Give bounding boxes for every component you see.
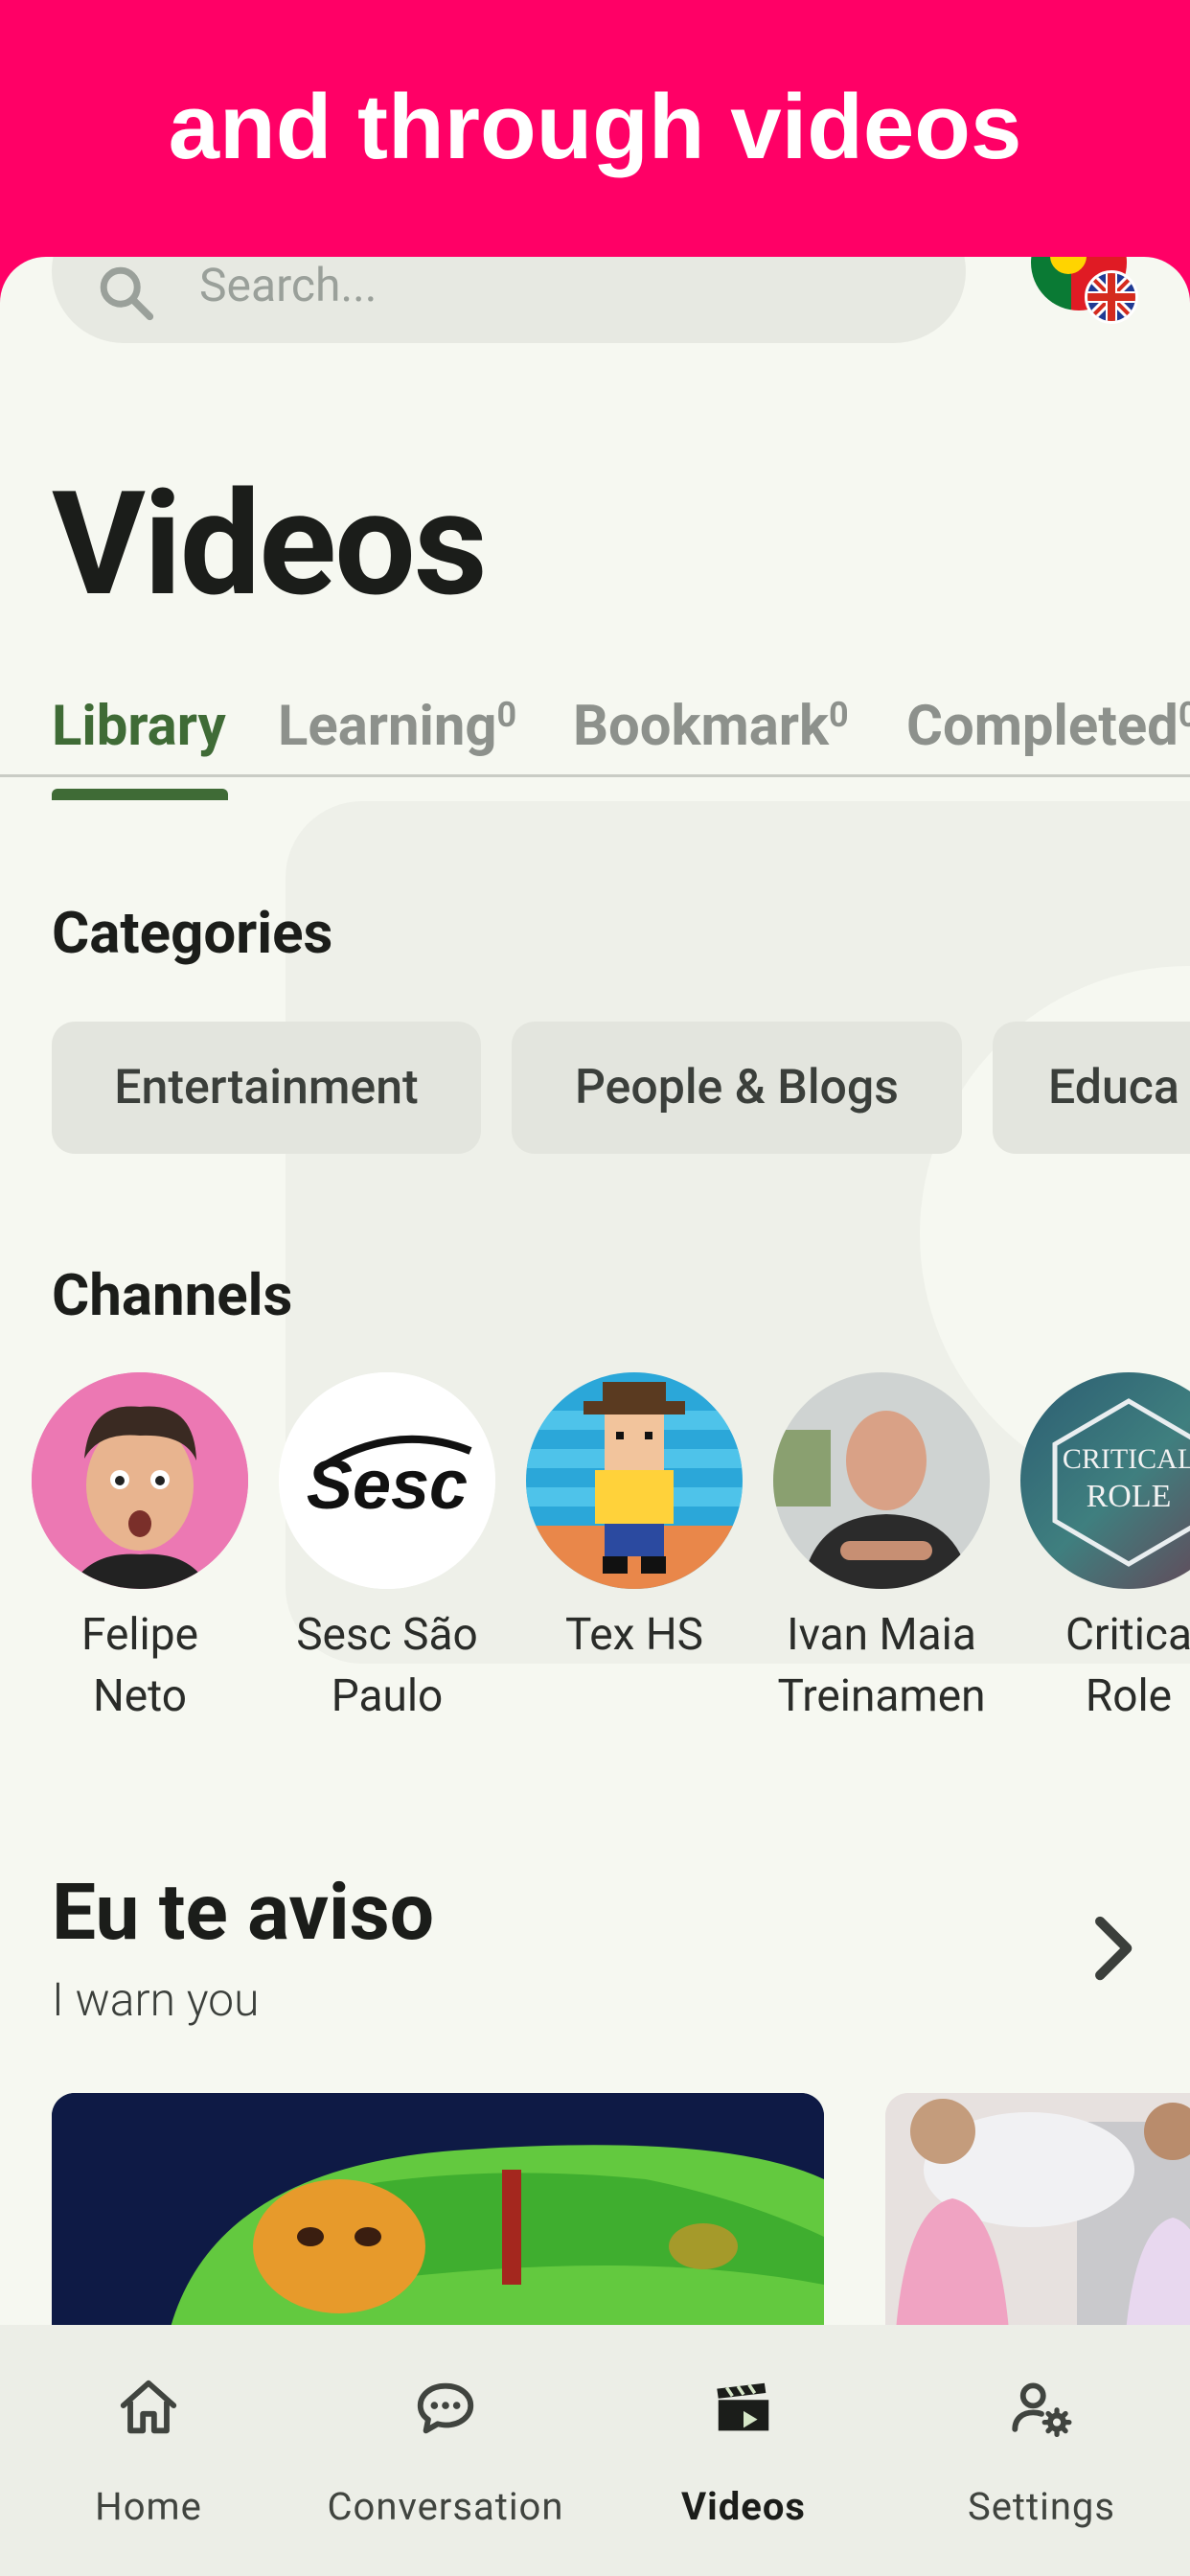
tab-bookmark-label: Bookmark (573, 694, 829, 759)
search-icon (100, 266, 154, 321)
channel-name-line1: Felipe (81, 1609, 198, 1661)
category-chip-people-blogs[interactable]: People & Blogs (512, 1022, 962, 1154)
bottom-navigation: Home Conversation Videos Settings (0, 2325, 1190, 2576)
sesc-logo-icon: Sesc (279, 1372, 495, 1589)
channel-avatar (526, 1372, 743, 1589)
channel-sesc-sao-paulo[interactable]: Sesc Sesc São Paulo (263, 1372, 512, 1727)
channel-felipe-neto[interactable]: Felipe Neto (15, 1372, 264, 1727)
tab-completed[interactable]: Completed0 (906, 678, 1190, 774)
tab-library[interactable]: Library (52, 678, 226, 774)
search-bar[interactable]: Search... (52, 257, 966, 343)
tab-bar: Library Learning0 Bookmark0 Completed0 (0, 678, 1190, 777)
channel-name: Felipe Neto (15, 1604, 264, 1727)
category-chip-entertainment[interactable]: Entertainment (52, 1022, 481, 1154)
channel-name-line2: Treinamen (777, 1670, 986, 1722)
critical-role-logo-text-1: CRITICAL (1063, 1443, 1190, 1475)
pixel-cowboy-icon (526, 1372, 743, 1589)
channel-name-line1: Sesc São (296, 1609, 478, 1661)
tab-learning-count: 0 (496, 695, 517, 735)
channel-ivan-maia[interactable]: Ivan Maia Treinamen (757, 1372, 1006, 1727)
video-thumbnail-image (885, 2093, 1190, 2342)
channel-name-line2: Role (1085, 1670, 1173, 1722)
channel-name-line1: Tex HS (565, 1609, 703, 1661)
chevron-right-icon[interactable] (1083, 1905, 1150, 1991)
critical-role-logo-icon: CRITICAL ROLE (1020, 1372, 1190, 1589)
nav-conversation-label: Conversation (327, 2484, 564, 2529)
channel-avatar (773, 1372, 990, 1589)
channel-avatar: Sesc (279, 1372, 495, 1589)
playlist-title: Eu te aviso (52, 1867, 435, 1959)
video-thumbnail[interactable] (885, 2093, 1190, 2342)
tab-completed-label: Completed (906, 694, 1179, 759)
tab-active-indicator (52, 789, 228, 800)
flag-seal (1050, 257, 1087, 274)
channel-name-line1: Critica (1064, 1609, 1190, 1661)
promo-banner: and through videos (0, 0, 1190, 288)
video-thumbnail[interactable] (52, 2093, 824, 2342)
channel-name: Critica Role (1004, 1604, 1190, 1727)
tab-library-label: Library (52, 694, 226, 759)
channel-tex-hs[interactable]: Tex HS (510, 1372, 759, 1666)
channel-critical-role[interactable]: CRITICAL ROLE Critica Role (1004, 1372, 1190, 1727)
channels-heading: Channels (52, 1261, 293, 1329)
category-chip-label: Entertainment (114, 1060, 419, 1116)
sesc-logo-text: Sesc (307, 1447, 468, 1524)
tab-bookmark-count: 0 (828, 695, 849, 735)
categories-heading: Categories (52, 899, 333, 967)
category-chip-label: People & Blogs (574, 1060, 900, 1116)
nav-videos[interactable]: Videos (595, 2325, 892, 2576)
channel-avatar: CRITICAL ROLE (1020, 1372, 1190, 1589)
channel-avatar (32, 1372, 248, 1589)
search-input[interactable]: Search... (199, 257, 377, 314)
channel-name: Ivan Maia Treinamen (757, 1604, 1006, 1727)
user-settings-icon (1012, 2382, 1072, 2438)
nav-conversation[interactable]: Conversation (297, 2325, 594, 2576)
tab-learning-label: Learning (278, 694, 497, 759)
language-flag-uk[interactable] (1085, 270, 1138, 324)
video-thumbnail-image (52, 2093, 824, 2342)
person-avatar-icon (773, 1372, 990, 1589)
person-avatar-icon (32, 1372, 248, 1589)
category-chip-education[interactable]: Educa (993, 1022, 1190, 1154)
playlist-subtitle: I warn you (52, 1972, 260, 2027)
chat-icon (417, 2382, 474, 2434)
channel-name: Sesc São Paulo (263, 1604, 512, 1727)
tab-bookmark[interactable]: Bookmark0 (573, 678, 849, 774)
nav-home-label: Home (95, 2484, 202, 2529)
category-chip-label: Educa (1048, 1060, 1179, 1116)
home-icon (120, 2380, 177, 2434)
nav-videos-label: Videos (681, 2484, 806, 2529)
critical-role-logo-text-2: ROLE (1087, 1479, 1172, 1514)
channel-name-line1: Ivan Maia (787, 1609, 976, 1661)
uk-flag-icon (1087, 273, 1135, 321)
video-clapper-icon (717, 2382, 769, 2431)
channel-name-line2: Paulo (331, 1670, 444, 1722)
app-screen: Search... Videos Library Learning0 Bookm… (0, 257, 1190, 2576)
channel-name: Tex HS (510, 1604, 759, 1666)
tab-completed-count: 0 (1178, 695, 1190, 735)
tab-learning[interactable]: Learning0 (278, 678, 516, 774)
page-title: Videos (52, 460, 488, 629)
channel-name-line2: Neto (92, 1670, 188, 1722)
nav-settings[interactable]: Settings (893, 2325, 1190, 2576)
nav-settings-label: Settings (967, 2484, 1116, 2529)
nav-home[interactable]: Home (0, 2325, 297, 2576)
promo-banner-text: and through videos (168, 76, 1022, 178)
